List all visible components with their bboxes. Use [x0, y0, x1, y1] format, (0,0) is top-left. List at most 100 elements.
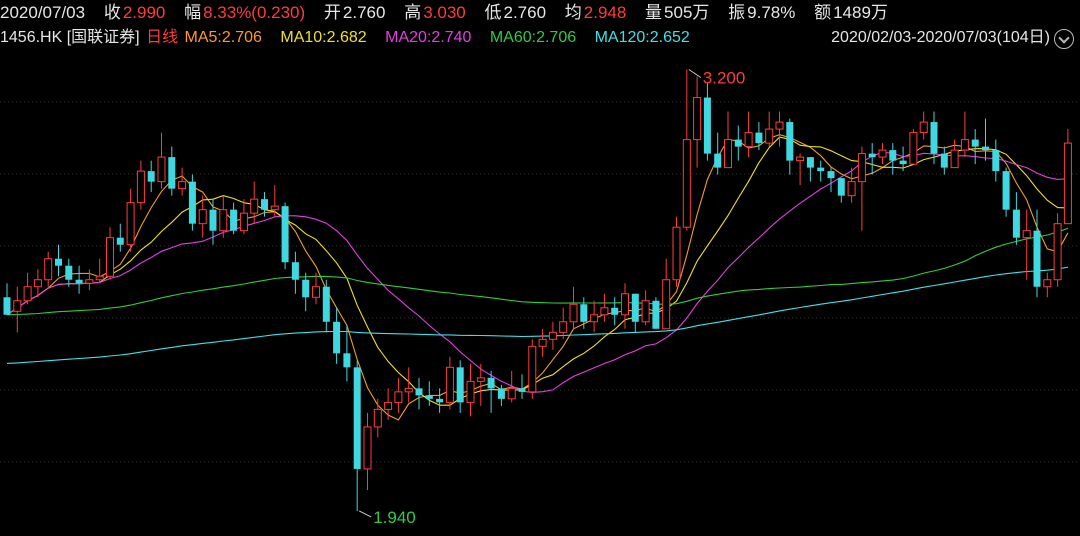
candle-body-75	[775, 121, 784, 130]
candle-body-58	[600, 307, 609, 316]
candle-body-8	[85, 279, 94, 284]
candle-body-28	[291, 262, 299, 280]
candle-body-79	[817, 167, 825, 172]
candle-body-77	[796, 156, 805, 162]
candle-body-64	[662, 279, 671, 330]
candle-body-88	[909, 132, 918, 165]
kline-chart[interactable]: 3.200 1.940	[0, 0, 1080, 536]
candle-body-91	[940, 153, 948, 168]
candle-body-73	[755, 132, 763, 144]
annotation-label-1: 1.940	[373, 508, 416, 527]
candle-body-26	[270, 205, 279, 211]
candle-body-57	[590, 314, 599, 323]
candle-body-70	[724, 139, 732, 169]
candle-body-3	[33, 279, 42, 288]
candle-body-15	[157, 156, 166, 183]
candle-body-61	[631, 293, 639, 322]
candle-body-66	[682, 139, 691, 228]
candle-body-72	[744, 132, 753, 148]
candle-body-34	[353, 367, 361, 469]
candle-body-13	[136, 170, 145, 204]
candle-body-103	[1063, 142, 1072, 225]
candle-body-9	[95, 275, 104, 281]
candle-body-38	[394, 391, 403, 403]
candle-body-7	[75, 279, 83, 284]
candle-body-85	[878, 149, 887, 158]
candle-body-80	[827, 171, 835, 179]
candle-body-78	[806, 157, 814, 168]
candle-body-89	[919, 121, 928, 134]
annotation-arrow-0	[688, 69, 702, 78]
candle-body-24	[250, 198, 259, 214]
candle-body-17	[178, 181, 187, 190]
candle-body-31	[322, 286, 330, 322]
candle-body-102	[1053, 223, 1062, 281]
candle-body-96	[992, 150, 1000, 172]
candle-body-43	[445, 366, 454, 403]
candle-body-30	[312, 286, 320, 298]
candle-body-99	[1022, 230, 1031, 239]
candle-body-82	[847, 181, 856, 197]
candle-body-65	[672, 226, 681, 281]
candle-body-52	[538, 338, 547, 347]
candle-body-14	[147, 171, 155, 182]
candle-body-40	[415, 388, 423, 396]
candle-body-32	[333, 321, 341, 354]
candle-body-95	[982, 146, 989, 151]
candle-body-68	[703, 97, 711, 154]
candle-body-83	[857, 153, 866, 183]
candle-body-51	[528, 345, 537, 393]
candle-body-41	[425, 395, 433, 399]
candle-body-55	[569, 303, 578, 323]
candle-body-19	[198, 209, 207, 225]
candle-body-11	[116, 237, 124, 245]
candle-body-35	[363, 426, 372, 470]
candle-body-49	[507, 387, 516, 400]
candle-body-87	[899, 160, 907, 165]
candle-body-53	[548, 331, 557, 340]
candle-body-20	[209, 209, 217, 231]
candle-body-100	[1033, 230, 1041, 287]
candle-body-101	[1043, 279, 1052, 288]
candle-body-0	[3, 297, 11, 315]
candle-body-76	[786, 122, 794, 161]
candle-body-50	[518, 388, 526, 392]
candle-body-63	[652, 300, 660, 329]
candle-body-54	[559, 321, 568, 333]
candle-body-25	[261, 199, 268, 210]
candle-body-2	[23, 286, 32, 302]
candle-body-97	[1002, 171, 1010, 210]
candle-body-98	[1012, 209, 1020, 238]
candle-body-16	[168, 157, 176, 189]
candle-body-45	[466, 380, 475, 403]
candle-body-6	[65, 265, 73, 280]
candle-body-92	[950, 149, 959, 169]
candle-body-56	[580, 304, 588, 322]
candle-body-36	[373, 408, 382, 428]
candle-body-39	[404, 387, 413, 393]
candle-body-1	[13, 300, 22, 312]
candle-body-22	[230, 209, 238, 231]
candle-body-46	[476, 377, 485, 382]
candle-body-48	[497, 388, 505, 399]
candle-body-27	[281, 206, 289, 263]
candle-body-69	[714, 153, 722, 168]
candle-body-23	[239, 212, 248, 232]
candle-body-74	[765, 128, 774, 144]
annotation-label-0: 3.200	[703, 69, 746, 88]
annotation-arrow-1	[358, 510, 372, 518]
candle-body-84	[868, 153, 876, 158]
candle-body-29	[302, 279, 310, 298]
ma120-line	[6, 266, 1068, 364]
candle-body-60	[621, 293, 629, 316]
candle-body-10	[106, 237, 114, 277]
candle-body-94	[971, 139, 979, 147]
candle-body-81	[837, 178, 845, 196]
candle-body-21	[219, 209, 228, 232]
candle-body-47	[487, 377, 495, 389]
candle-body-86	[889, 150, 897, 161]
candle-body-59	[611, 307, 619, 315]
candle-body-5	[55, 258, 62, 266]
ma60-line	[6, 227, 1069, 316]
candle-body-37	[384, 401, 393, 410]
